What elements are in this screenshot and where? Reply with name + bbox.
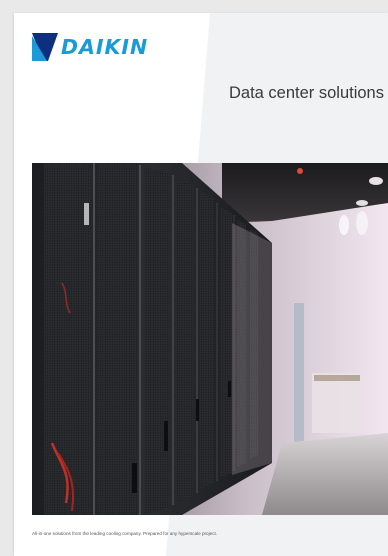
brochure-cover: DAIKIN Data center solutions All-in-one …: [14, 13, 388, 556]
brand-wordmark: DAIKIN: [61, 34, 149, 59]
daikin-logo-mark-icon: [32, 33, 58, 61]
daikin-logo: DAIKIN: [32, 33, 149, 61]
cover-footnote: All-in-one solutions from the leading co…: [32, 531, 218, 536]
hero-photo-server-racks: [32, 163, 388, 515]
cover-title: Data center solutions: [228, 84, 384, 102]
